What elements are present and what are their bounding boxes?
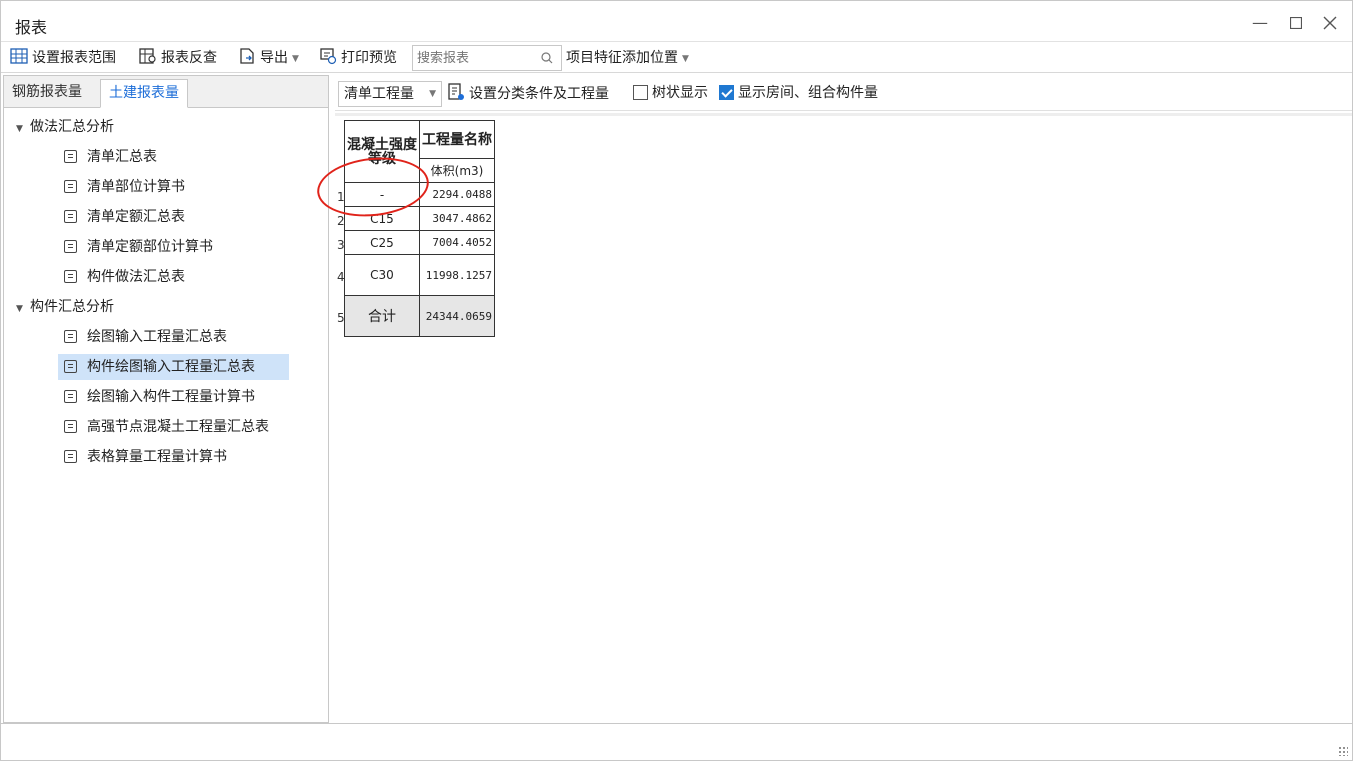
- title-bar: 报表 —: [1, 1, 1352, 41]
- document-icon: [64, 390, 77, 403]
- tree-item-label: 表格算量工程量计算书: [87, 449, 227, 465]
- table-total-row[interactable]: 合计 24344.0659: [344, 295, 495, 337]
- tree-item-component-method-summary[interactable]: 构件做法汇总表: [58, 264, 185, 290]
- export-icon: [240, 48, 254, 64]
- tree-item-high-strength-node-summary[interactable]: 高强节点混凝土工程量汇总表: [58, 414, 269, 440]
- document-icon: [64, 270, 77, 283]
- set-range-button[interactable]: 设置报表范围: [10, 47, 116, 69]
- table-header-row: 混凝土强度等级 工程量名称: [344, 120, 495, 183]
- checkbox-unchecked-icon[interactable]: [633, 85, 648, 100]
- maximize-icon[interactable]: [1284, 11, 1308, 35]
- grid-icon: [10, 48, 28, 64]
- tree-item-bill-summary[interactable]: 清单汇总表: [58, 144, 157, 170]
- tree-item-label: 构件绘图输入工程量汇总表: [87, 359, 255, 375]
- tab-civil-report[interactable]: 土建报表量: [100, 79, 188, 108]
- classification-settings-icon: [448, 83, 464, 100]
- tree-display-checkbox[interactable]: 树状显示: [633, 82, 708, 104]
- expand-arrow-icon[interactable]: ▼: [16, 296, 30, 322]
- set-classification-button[interactable]: 设置分类条件及工程量: [447, 83, 609, 105]
- search-icon[interactable]: [541, 52, 553, 64]
- volume-cell: 11998.1257: [419, 254, 495, 296]
- checkbox-checked-icon[interactable]: [719, 85, 734, 100]
- report-tree-panel: 钢筋报表量 土建报表量 ▼ 做法汇总分析 清单汇总表 清单部位计算书 清单定额汇总…: [3, 75, 329, 723]
- tree-item-label: 清单定额汇总表: [87, 209, 185, 225]
- tree-item-label: 清单定额部位计算书: [87, 239, 213, 255]
- reverse-check-label: 报表反查: [161, 50, 217, 66]
- window-title: 报表: [15, 18, 48, 37]
- report-view-toolbar: 清单工程量 ▼ 设置分类条件及工程量 树状显示 显示房间、组合构件量: [335, 75, 1352, 111]
- report-window: 报表 — 设置报表范围 报表反查 导出 ▼ 打印预览 项目特征添加位置 ▼: [0, 0, 1353, 761]
- report-search-box[interactable]: [412, 45, 562, 71]
- report-type-tabs: 钢筋报表量 土建报表量: [4, 76, 328, 108]
- table-row[interactable]: C30 11998.1257: [344, 254, 495, 296]
- chevron-down-icon: ▼: [429, 89, 436, 99]
- close-icon[interactable]: [1318, 11, 1342, 35]
- report-view-panel: 清单工程量 ▼ 设置分类条件及工程量 树状显示 显示房间、组合构件量 1 2 3 …: [335, 75, 1352, 723]
- status-bar: [1, 723, 1352, 760]
- document-icon: [64, 150, 77, 163]
- expand-arrow-icon[interactable]: ▼: [16, 116, 30, 142]
- tree-item-label: 构件做法汇总表: [87, 269, 185, 285]
- grade-cell: C30: [344, 254, 420, 296]
- quantity-type-select[interactable]: 清单工程量 ▼: [338, 81, 442, 107]
- export-button[interactable]: 导出 ▼: [238, 47, 299, 69]
- tree-item-label: 清单汇总表: [87, 149, 157, 165]
- tree-item-drawing-input-summary[interactable]: 绘图输入工程量汇总表: [58, 324, 227, 350]
- tab-rebar-report[interactable]: 钢筋报表量: [4, 79, 90, 108]
- main-toolbar: 设置报表范围 报表反查 导出 ▼ 打印预览 项目特征添加位置 ▼: [1, 41, 1352, 73]
- tree-item-bill-quota-location-calc[interactable]: 清单定额部位计算书: [58, 234, 213, 260]
- quantity-type-value: 清单工程量: [344, 86, 414, 102]
- tree-item-bill-quota-summary[interactable]: 清单定额汇总表: [58, 204, 185, 230]
- total-volume-cell: 24344.0659: [419, 295, 495, 337]
- volume-cell: 2294.0488: [419, 182, 495, 207]
- document-icon: [64, 360, 77, 373]
- quantity-summary-table: 混凝土强度等级 工程量名称 体积(m3) - 2294.0488 C15 304…: [344, 120, 495, 337]
- tree-item-table-calc[interactable]: 表格算量工程量计算书: [58, 444, 227, 470]
- tree-item-label: 清单部位计算书: [87, 179, 185, 195]
- print-preview-icon: [320, 48, 337, 65]
- export-label: 导出: [260, 50, 288, 66]
- tree-item-drawing-component-calc[interactable]: 绘图输入构件工程量计算书: [58, 384, 255, 410]
- tree-item-bill-location-calc[interactable]: 清单部位计算书: [58, 174, 185, 200]
- tree-group-label: 做法汇总分析: [30, 119, 114, 135]
- tree-item-label: 绘图输入构件工程量计算书: [87, 389, 255, 405]
- resize-grip-icon[interactable]: [1338, 746, 1348, 756]
- document-icon: [64, 210, 77, 223]
- set-range-label: 设置报表范围: [32, 50, 116, 66]
- table-search-icon: [139, 48, 156, 64]
- tree-item-component-drawing-summary[interactable]: 构件绘图输入工程量汇总表: [58, 354, 289, 380]
- item-feature-position-label: 项目特征添加位置: [566, 50, 678, 66]
- set-classification-label: 设置分类条件及工程量: [469, 86, 609, 102]
- document-icon: [64, 450, 77, 463]
- print-preview-label: 打印预览: [341, 50, 397, 66]
- total-label-cell: 合计: [344, 295, 420, 337]
- tree-item-label: 绘图输入工程量汇总表: [87, 329, 227, 345]
- tree-item-label: 高强节点混凝土工程量汇总表: [87, 419, 269, 435]
- quantity-name-header: 工程量名称: [419, 120, 495, 159]
- document-icon: [64, 330, 77, 343]
- reverse-check-button[interactable]: 报表反查: [139, 47, 217, 69]
- show-rooms-label: 显示房间、组合构件量: [738, 85, 878, 101]
- volume-unit-header: 体积(m3): [419, 158, 495, 183]
- item-feature-position-dropdown[interactable]: 项目特征添加位置 ▼: [566, 47, 689, 69]
- volume-cell: 3047.4862: [419, 206, 495, 231]
- search-input[interactable]: [417, 49, 535, 67]
- tree-group-component-summary[interactable]: ▼ 构件汇总分析: [16, 294, 114, 320]
- print-preview-button[interactable]: 打印预览: [319, 47, 397, 69]
- chevron-down-icon: ▼: [682, 54, 689, 64]
- table-row[interactable]: C25 7004.4052: [344, 230, 495, 255]
- document-icon: [64, 240, 77, 253]
- document-icon: [64, 180, 77, 193]
- tree-group-method-summary[interactable]: ▼ 做法汇总分析: [16, 114, 114, 140]
- tree-display-label: 树状显示: [652, 85, 708, 101]
- show-rooms-checkbox[interactable]: 显示房间、组合构件量: [719, 82, 878, 104]
- minimize-icon[interactable]: —: [1248, 11, 1272, 35]
- chevron-down-icon: ▼: [292, 54, 299, 64]
- volume-cell: 7004.4052: [419, 230, 495, 255]
- grade-cell: C25: [344, 230, 420, 255]
- tree-group-label: 构件汇总分析: [30, 299, 114, 315]
- report-sheet: 1 2 3 4 5 混凝土强度等级 工程量名称 体积(m3) - 2294.04…: [335, 113, 1352, 723]
- document-icon: [64, 420, 77, 433]
